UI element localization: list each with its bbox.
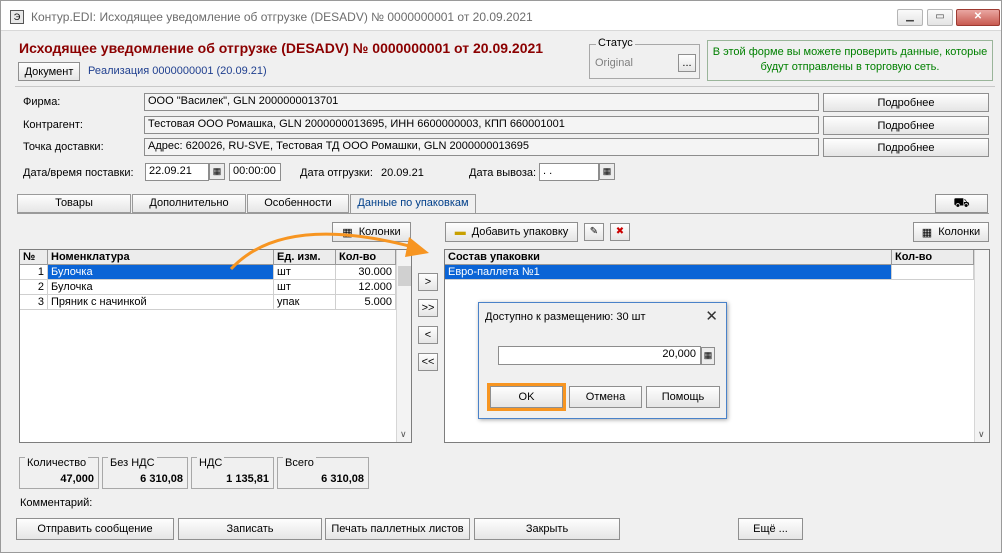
- move-all-left-button[interactable]: <<: [418, 353, 438, 371]
- summary-quantity-value: 47,000: [60, 473, 94, 485]
- close-button[interactable]: Закрыть: [474, 518, 620, 540]
- delivery-time-field[interactable]: 00:00:00: [229, 163, 281, 181]
- col-header-package-content[interactable]: Состав упаковки: [445, 250, 892, 265]
- chevron-down-icon[interactable]: ∨: [978, 429, 985, 440]
- counterparty-more-button[interactable]: Подробнее: [823, 116, 989, 135]
- cancel-button[interactable]: Отмена: [569, 386, 642, 408]
- move-right-button[interactable]: >: [418, 273, 438, 291]
- pickup-date-label: Дата вывоза:: [469, 167, 537, 179]
- more-actions-button[interactable]: Ещё ...: [738, 518, 803, 540]
- firm-more-button[interactable]: Подробнее: [823, 93, 989, 112]
- arrow-annotation-icon: [229, 232, 429, 271]
- shipping-date-label: Дата отгрузки:: [300, 167, 373, 179]
- pickup-date-field[interactable]: . .: [539, 163, 599, 181]
- minimize-button[interactable]: ▁: [897, 9, 923, 26]
- delivery-point-label: Точка доставки:: [23, 141, 104, 153]
- truck-icon[interactable]: ⛟: [935, 194, 988, 213]
- shipping-date-value: 20.09.21: [381, 167, 424, 179]
- firm-label: Фирма:: [23, 96, 61, 108]
- pickup-calendar-icon[interactable]: ▦: [599, 163, 615, 180]
- right-columns-label: Колонки: [938, 226, 981, 238]
- add-package-button[interactable]: ▬ Добавить упаковку: [445, 222, 578, 242]
- document-button[interactable]: Документ: [18, 62, 80, 81]
- left-grid-scrollbar[interactable]: ∨: [396, 250, 411, 442]
- summary-without-vat: Без НДС 6 310,08: [102, 457, 188, 489]
- move-all-right-button[interactable]: >>: [418, 299, 438, 317]
- close-icon[interactable]: ✕: [705, 307, 718, 325]
- firm-field[interactable]: ООО "Василек", GLN 2000000013701: [144, 93, 819, 111]
- comment-label: Комментарий:: [20, 497, 93, 509]
- summary-total-label: Всего: [283, 457, 316, 469]
- right-columns-button[interactable]: ▦ Колонки: [913, 222, 989, 242]
- ok-highlight: [487, 383, 566, 411]
- quantity-dialog: Доступно к размещению: 30 шт ✕ 20,000 ▦ …: [478, 302, 727, 419]
- status-label: Статус: [596, 37, 635, 49]
- maximize-button[interactable]: ▭: [927, 9, 953, 26]
- chevron-down-icon[interactable]: ∨: [400, 429, 407, 440]
- delivery-datetime-label: Дата/время поставки:: [23, 167, 134, 179]
- goods-grid: № Номенклатура Ед. изм. Кол-во 1 Булочка…: [19, 249, 412, 443]
- window-title: Контур.EDI: Исходящее уведомление об отг…: [31, 10, 533, 24]
- title-bar: Э Контур.EDI: Исходящее уведомление об о…: [1, 1, 1001, 31]
- document-heading: Исходящее уведомление об отгрузке (DESAD…: [19, 40, 544, 56]
- delivery-date-field[interactable]: 22.09.21: [145, 163, 209, 181]
- summary-vat: НДС 1 135,81: [191, 457, 274, 489]
- columns-icon: ▦: [921, 226, 933, 239]
- col-header-number[interactable]: №: [20, 250, 48, 265]
- summary-quantity: Количество 47,000: [19, 457, 99, 489]
- summary-total-value: 6 310,08: [321, 473, 364, 485]
- delivery-point-field[interactable]: Адрес: 620026, RU-SVE, Тестовая ТД ООО Р…: [144, 138, 819, 156]
- tab-features[interactable]: Особенности: [247, 194, 349, 213]
- summary-vat-label: НДС: [197, 457, 225, 469]
- summary-without-vat-value: 6 310,08: [140, 473, 183, 485]
- col-header-package-qty[interactable]: Кол-во: [892, 250, 974, 265]
- header-separator: [15, 86, 995, 87]
- summary-total: Всего 6 310,08: [277, 457, 369, 489]
- save-button[interactable]: Записать: [178, 518, 322, 540]
- calendar-icon[interactable]: ▦: [209, 163, 225, 180]
- delete-package-icon[interactable]: ✖: [610, 223, 630, 241]
- dialog-title: Доступно к размещению: 30 шт: [485, 311, 646, 323]
- reference-link[interactable]: Реализация 0000000001 (20.09.21): [88, 65, 267, 77]
- move-left-button[interactable]: <: [418, 326, 438, 344]
- summary-vat-value: 1 135,81: [226, 473, 269, 485]
- status-group: Статус Original ...: [589, 37, 700, 79]
- folder-icon: ▬: [454, 226, 466, 238]
- info-box: В этой форме вы можете проверить данные,…: [707, 40, 993, 81]
- right-grid-scrollbar[interactable]: ∨: [974, 250, 989, 442]
- tab-goods[interactable]: Товары: [17, 194, 131, 213]
- calculator-icon[interactable]: ▦: [701, 347, 715, 365]
- main-window: Э Контур.EDI: Исходящее уведомление об о…: [0, 0, 1002, 553]
- counterparty-field[interactable]: Тестовая ООО Ромашка, GLN 2000000013695,…: [144, 116, 819, 134]
- delivery-point-more-button[interactable]: Подробнее: [823, 138, 989, 157]
- help-button[interactable]: Помощь: [646, 386, 720, 408]
- edit-package-icon[interactable]: ✎: [584, 223, 604, 241]
- add-package-label: Добавить упаковку: [471, 226, 569, 238]
- print-pallet-sheets-button[interactable]: Печать паллетных листов: [325, 518, 470, 540]
- close-window-button[interactable]: ✕: [956, 9, 1000, 26]
- status-value: Original: [595, 57, 633, 69]
- send-message-button[interactable]: Отправить сообщение: [16, 518, 174, 540]
- summary-without-vat-label: Без НДС: [108, 457, 157, 469]
- summary-quantity-label: Количество: [25, 457, 89, 469]
- quantity-input[interactable]: 20,000: [498, 346, 701, 365]
- tab-additional[interactable]: Дополнительно: [132, 194, 246, 213]
- status-select-button[interactable]: ...: [678, 54, 696, 72]
- tab-package-data[interactable]: Данные по упаковкам: [350, 194, 476, 214]
- counterparty-label: Контрагент:: [23, 119, 83, 131]
- app-icon: Э: [10, 10, 24, 24]
- tab-separator: [17, 213, 989, 214]
